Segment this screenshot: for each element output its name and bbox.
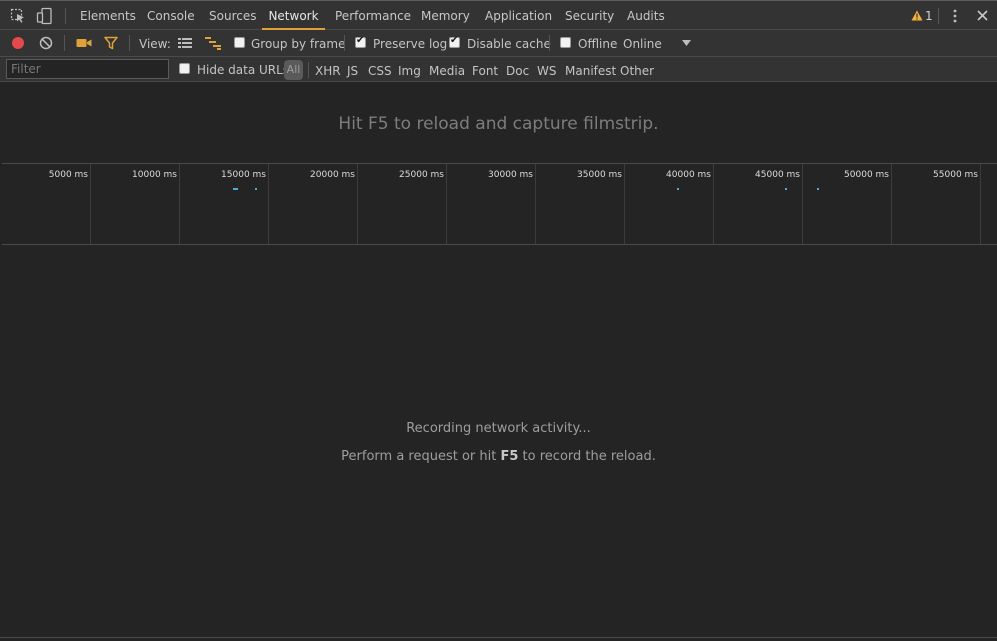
throttling-select[interactable]: Online <box>623 37 662 51</box>
timeline-tick-label: 40000 ms <box>666 170 711 180</box>
timeline-gridline <box>802 164 803 244</box>
timeline-tick-label: 45000 ms <box>755 170 800 180</box>
more-options-icon[interactable] <box>951 9 959 23</box>
view-label: View: <box>139 37 171 51</box>
timeline-tick-label: 35000 ms <box>577 170 622 180</box>
offline-checkbox[interactable] <box>560 37 571 48</box>
request-bar <box>233 188 238 190</box>
timeline-tick-label: 15000 ms <box>221 170 266 180</box>
preserve-log-label: Preserve log <box>373 37 448 51</box>
timeline-tick-label: 50000 ms <box>844 170 889 180</box>
hint-text-after: to record the reload. <box>518 449 656 464</box>
toolbar-divider <box>549 35 550 51</box>
filter-type-manifest[interactable]: Manifest <box>565 64 616 78</box>
timeline-gridline <box>179 164 180 244</box>
preserve-log-checkbox[interactable] <box>355 35 366 48</box>
filter-icon[interactable] <box>104 36 118 50</box>
toolbar-divider <box>129 35 130 51</box>
timeline-gridline <box>535 164 536 244</box>
timeline-gridline <box>446 164 447 244</box>
timeline-tick-label: 20000 ms <box>310 170 355 180</box>
filter-type-img[interactable]: Img <box>398 64 421 78</box>
clear-icon[interactable] <box>39 36 53 50</box>
filter-type-xhr[interactable]: XHR <box>315 64 341 78</box>
tab-bar-divider <box>938 8 939 24</box>
filter-type-doc[interactable]: Doc <box>506 64 529 78</box>
filter-type-css[interactable]: CSS <box>368 64 392 78</box>
disable-cache-checkbox[interactable] <box>449 35 460 48</box>
request-bar <box>677 188 679 190</box>
tab-audits[interactable]: Audits <box>627 1 665 30</box>
chevron-down-icon[interactable] <box>682 40 691 46</box>
tab-sources[interactable]: Sources <box>209 1 256 30</box>
hint-text-before: Perform a request or hit <box>341 449 501 464</box>
tab-memory[interactable]: Memory <box>421 1 470 30</box>
warnings-count: 1 <box>925 9 933 23</box>
timeline-tick-label: 10000 ms <box>132 170 177 180</box>
network-overview-timeline[interactable]: 5000 ms 10000 ms 15000 ms 20000 ms 25000 ms 3… <box>2 163 997 245</box>
tab-console[interactable]: Console <box>147 1 195 30</box>
record-button[interactable] <box>11 36 25 50</box>
devtools-tab-bar: Elements Console Sources Network Performance… <box>0 0 997 30</box>
large-request-rows-icon[interactable] <box>178 37 193 49</box>
filmstrip-message: Hit F5 to reload and capture filmstrip. <box>338 114 659 134</box>
capture-screenshots-icon[interactable] <box>76 37 92 49</box>
toolbar-divider <box>344 35 345 51</box>
timeline-gridline <box>268 164 269 244</box>
show-overview-icon[interactable] <box>205 37 222 50</box>
timeline-tick-label: 55000 ms <box>933 170 978 180</box>
tab-security[interactable]: Security <box>565 1 614 30</box>
timeline-gridline <box>980 164 981 244</box>
filter-type-all[interactable]: All <box>284 60 303 80</box>
filter-type-media[interactable]: Media <box>429 64 465 78</box>
device-toolbar-icon[interactable] <box>36 7 54 25</box>
filter-type-font[interactable]: Font <box>472 64 498 78</box>
timeline-gridline <box>90 164 91 244</box>
filter-input[interactable]: Filter <box>6 59 169 79</box>
inspect-element-icon[interactable] <box>10 8 26 24</box>
request-bar <box>785 188 787 190</box>
network-toolbar: View: Group by frame Preserve log Disabl… <box>0 30 997 57</box>
bottom-border <box>0 637 997 638</box>
timeline-tick-label: 25000 ms <box>399 170 444 180</box>
group-by-frame-checkbox[interactable] <box>234 37 245 48</box>
toolbar-divider <box>64 35 65 51</box>
timeline-tick-label: 30000 ms <box>488 170 533 180</box>
recording-status-message: Recording network activity... <box>406 421 591 436</box>
filter-type-ws[interactable]: WS <box>537 64 556 78</box>
timeline-gridline <box>357 164 358 244</box>
tab-application[interactable]: Application <box>485 1 552 30</box>
filmstrip-pane: Hit F5 to reload and capture filmstrip. <box>0 82 997 164</box>
warning-icon <box>911 10 923 21</box>
filter-type-js[interactable]: JS <box>347 64 358 78</box>
timeline-tick-label: 5000 ms <box>48 170 88 180</box>
group-by-frame-label: Group by frame <box>251 37 346 51</box>
timeline-gridline <box>713 164 714 244</box>
hide-data-urls-checkbox[interactable] <box>179 63 190 74</box>
tab-network[interactable]: Network <box>262 1 325 30</box>
tab-elements[interactable]: Elements <box>80 1 136 30</box>
request-bar <box>255 188 257 190</box>
filter-divider <box>308 62 309 78</box>
timeline-gridline <box>624 164 625 244</box>
request-bar <box>817 188 819 190</box>
tab-bar-divider <box>65 8 66 24</box>
hint-shortcut-key: F5 <box>500 449 519 464</box>
tab-performance[interactable]: Performance <box>335 1 411 30</box>
filter-type-other[interactable]: Other <box>620 64 654 78</box>
offline-label: Offline <box>578 37 618 51</box>
timeline-gridline <box>891 164 892 244</box>
hide-data-urls-label: Hide data URLs <box>197 63 290 77</box>
close-icon[interactable] <box>977 10 988 21</box>
record-reload-hint: Perform a request or hit F5 to record th… <box>0 449 997 464</box>
disable-cache-label: Disable cache <box>467 37 551 51</box>
